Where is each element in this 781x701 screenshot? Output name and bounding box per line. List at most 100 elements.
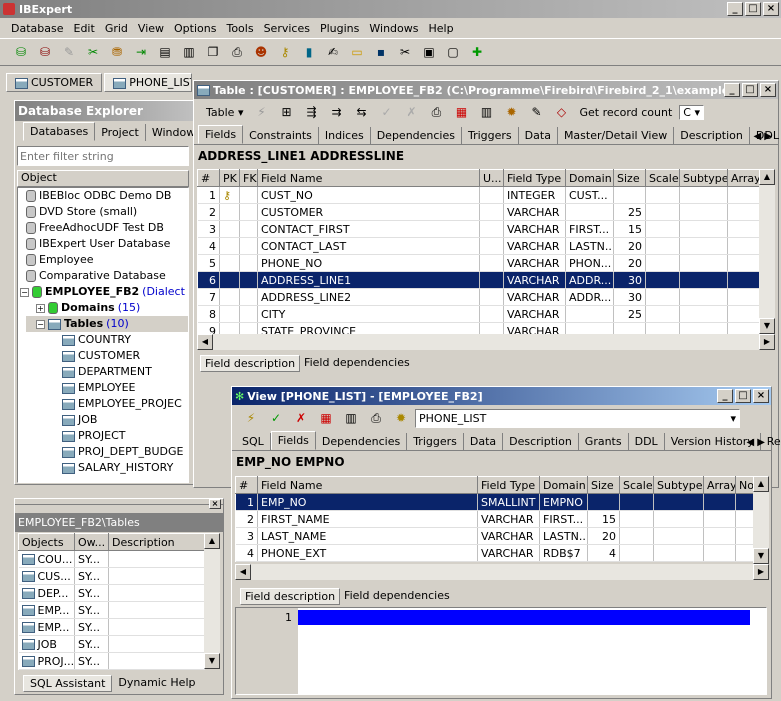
menu-view[interactable]: View — [133, 22, 169, 35]
table-row[interactable]: EMP... SY... — [18, 618, 205, 636]
column-header[interactable]: Size — [613, 169, 646, 187]
create-db-icon[interactable]: ⛃ — [106, 41, 128, 63]
menu-database[interactable]: Database — [6, 22, 69, 35]
description-editor[interactable]: 1 — [235, 607, 767, 695]
column-header[interactable]: FK — [239, 169, 258, 187]
tab-field-dependencies[interactable]: Field dependencies — [300, 355, 414, 372]
tab-dependencies[interactable]: Dependencies — [316, 433, 408, 450]
scroll-down-button[interactable]: ▼ — [753, 548, 769, 564]
commit-icon[interactable]: ✓ — [265, 407, 287, 429]
menu-edit[interactable]: Edit — [69, 22, 100, 35]
tree-database[interactable]: IBEBloc ODBC Demo DB — [26, 188, 188, 204]
maximize-button[interactable]: □ — [745, 2, 761, 16]
tree-table-item[interactable]: CUSTOMER — [26, 348, 188, 364]
column-header[interactable]: Ow... — [74, 533, 109, 551]
column-header[interactable]: Domain — [565, 169, 614, 187]
table-row[interactable]: JOB SY... — [18, 635, 205, 653]
table-row[interactable]: CUS... SY... — [18, 567, 205, 585]
sql-editor-icon[interactable]: ▥ — [178, 41, 200, 63]
rollback-icon[interactable]: ✗ — [290, 407, 312, 429]
table-row[interactable]: 2 FIRST_NAME VARCHAR FIRST... 15 — [235, 510, 754, 528]
insert-field-icon[interactable]: ⇉ — [325, 101, 347, 123]
tab-data[interactable]: Data — [464, 433, 504, 450]
disconnect-icon[interactable]: ✂ — [82, 41, 104, 63]
column-header[interactable]: Scale — [645, 169, 680, 187]
scroll-right-button[interactable]: ▶ — [759, 334, 775, 350]
get-record-count-button[interactable]: Get record count — [575, 106, 676, 119]
view-h-scrollbar[interactable]: ◀ ▶ — [235, 564, 769, 580]
scroll-up-button[interactable]: ▲ — [753, 476, 769, 492]
column-header[interactable]: PK — [219, 169, 240, 187]
commit-icon[interactable]: ✓ — [375, 101, 397, 123]
tab-master-detail-view[interactable]: Master/Detail View — [558, 127, 675, 144]
tab-data[interactable]: Data — [519, 127, 558, 144]
add-field-icon[interactable]: ⇶ — [300, 101, 322, 123]
scroll-left-button[interactable]: ◀ — [235, 564, 251, 580]
filter-input[interactable] — [17, 146, 189, 166]
doc-tab-customer[interactable]: CUSTOMER — [6, 73, 103, 92]
column-header[interactable]: Size — [587, 476, 620, 494]
tab-description[interactable]: Description — [674, 127, 750, 144]
tab-grants[interactable]: Grants — [579, 433, 629, 450]
column-header[interactable]: No — [735, 476, 754, 494]
register-db-icon[interactable]: ⛁ — [10, 41, 32, 63]
tab-constraints[interactable]: Constraints — [243, 127, 319, 144]
save-icon[interactable]: ▪ — [370, 41, 392, 63]
open-folder-icon[interactable]: ▭ — [346, 41, 368, 63]
column-header[interactable]: U... — [479, 169, 504, 187]
calendar-icon[interactable]: ▦ — [450, 101, 472, 123]
menu-tools[interactable]: Tools — [221, 22, 258, 35]
column-header[interactable]: Array — [703, 476, 736, 494]
tab-fields[interactable]: Fields — [270, 431, 316, 450]
column-header[interactable]: Subtype — [653, 476, 704, 494]
column-header[interactable]: Description — [108, 533, 205, 551]
table-row[interactable]: 6 ADDRESS_LINE1 VARCHAR ADDR... 30 — [197, 271, 760, 289]
fields-scrollbar[interactable]: ▲ ▼ — [759, 169, 775, 334]
tab-ddl[interactable]: DDL — [629, 433, 665, 450]
print-icon[interactable]: ⎙ — [365, 407, 387, 429]
menu-windows[interactable]: Windows — [364, 22, 423, 35]
tree-domains[interactable]: + Domains (15) — [26, 300, 188, 316]
column-header[interactable]: Field Name — [257, 476, 478, 494]
tree-table-item[interactable]: COUNTRY — [26, 332, 188, 348]
table-row[interactable]: 1 ⚷ CUST_NO INTEGER CUST... — [197, 186, 760, 204]
tree-table-item[interactable]: SALARY_HISTORY — [26, 460, 188, 476]
h-scrollbar[interactable]: ◀ ▶ — [197, 334, 775, 350]
table-row[interactable]: 4 CONTACT_LAST VARCHAR LASTN... 20 — [197, 237, 760, 255]
tree-database[interactable]: DVD Store (small) — [26, 204, 188, 220]
design-icon[interactable]: ◇ — [550, 101, 572, 123]
tree-table-item[interactable]: PROJ_DEPT_BUDGE — [26, 444, 188, 460]
script-icon[interactable]: ✹ — [390, 407, 412, 429]
tree-database[interactable]: IBExpert User Database — [26, 236, 188, 252]
view-fields-scrollbar[interactable]: ▲ ▼ — [753, 476, 769, 564]
tab-sql[interactable]: SQL — [236, 433, 271, 450]
tab-dependencies[interactable]: Dependencies — [371, 127, 462, 144]
column-header[interactable]: # — [197, 169, 220, 187]
view-tab-arrows[interactable]: ◀ ▶ — [746, 437, 765, 448]
table-row[interactable]: COU... SY... — [18, 550, 205, 568]
scroll-down-button[interactable]: ▼ — [204, 653, 220, 669]
move-field-icon[interactable]: ⇆ — [350, 101, 372, 123]
close-button[interactable]: × — [763, 2, 779, 16]
book-icon[interactable]: ▮ — [298, 41, 320, 63]
compile-icon[interactable]: ⚡ — [240, 407, 262, 429]
tree-table-item[interactable]: DEPARTMENT — [26, 364, 188, 380]
tree-database[interactable]: Employee — [26, 252, 188, 268]
tab-triggers[interactable]: Triggers — [462, 127, 519, 144]
rollback-icon[interactable]: ✗ — [400, 101, 422, 123]
maximize-button[interactable]: □ — [742, 83, 758, 97]
tree-database[interactable]: Comparative Database — [26, 268, 188, 284]
table-row[interactable]: DEP... SY... — [18, 584, 205, 602]
scroll-down-button[interactable]: ▼ — [759, 318, 775, 334]
table-dropdown[interactable]: Table ▾ — [202, 104, 247, 121]
plugin-icon[interactable]: ✹ — [500, 101, 522, 123]
view-name-field[interactable]: PHONE_LIST ▾ — [415, 408, 740, 428]
copy-doc-icon[interactable]: ❐ — [202, 41, 224, 63]
objects-scrollbar[interactable]: ▲ ▼ — [204, 533, 220, 669]
table-row[interactable]: 2 CUSTOMER VARCHAR 25 — [197, 203, 760, 221]
column-header[interactable]: Array — [727, 169, 760, 187]
column-header[interactable]: Domain — [539, 476, 588, 494]
tab-sql-assistant[interactable]: SQL Assistant — [23, 675, 113, 692]
menu-grid[interactable]: Grid — [100, 22, 133, 35]
objects-panel-close-button[interactable]: × — [209, 499, 221, 509]
